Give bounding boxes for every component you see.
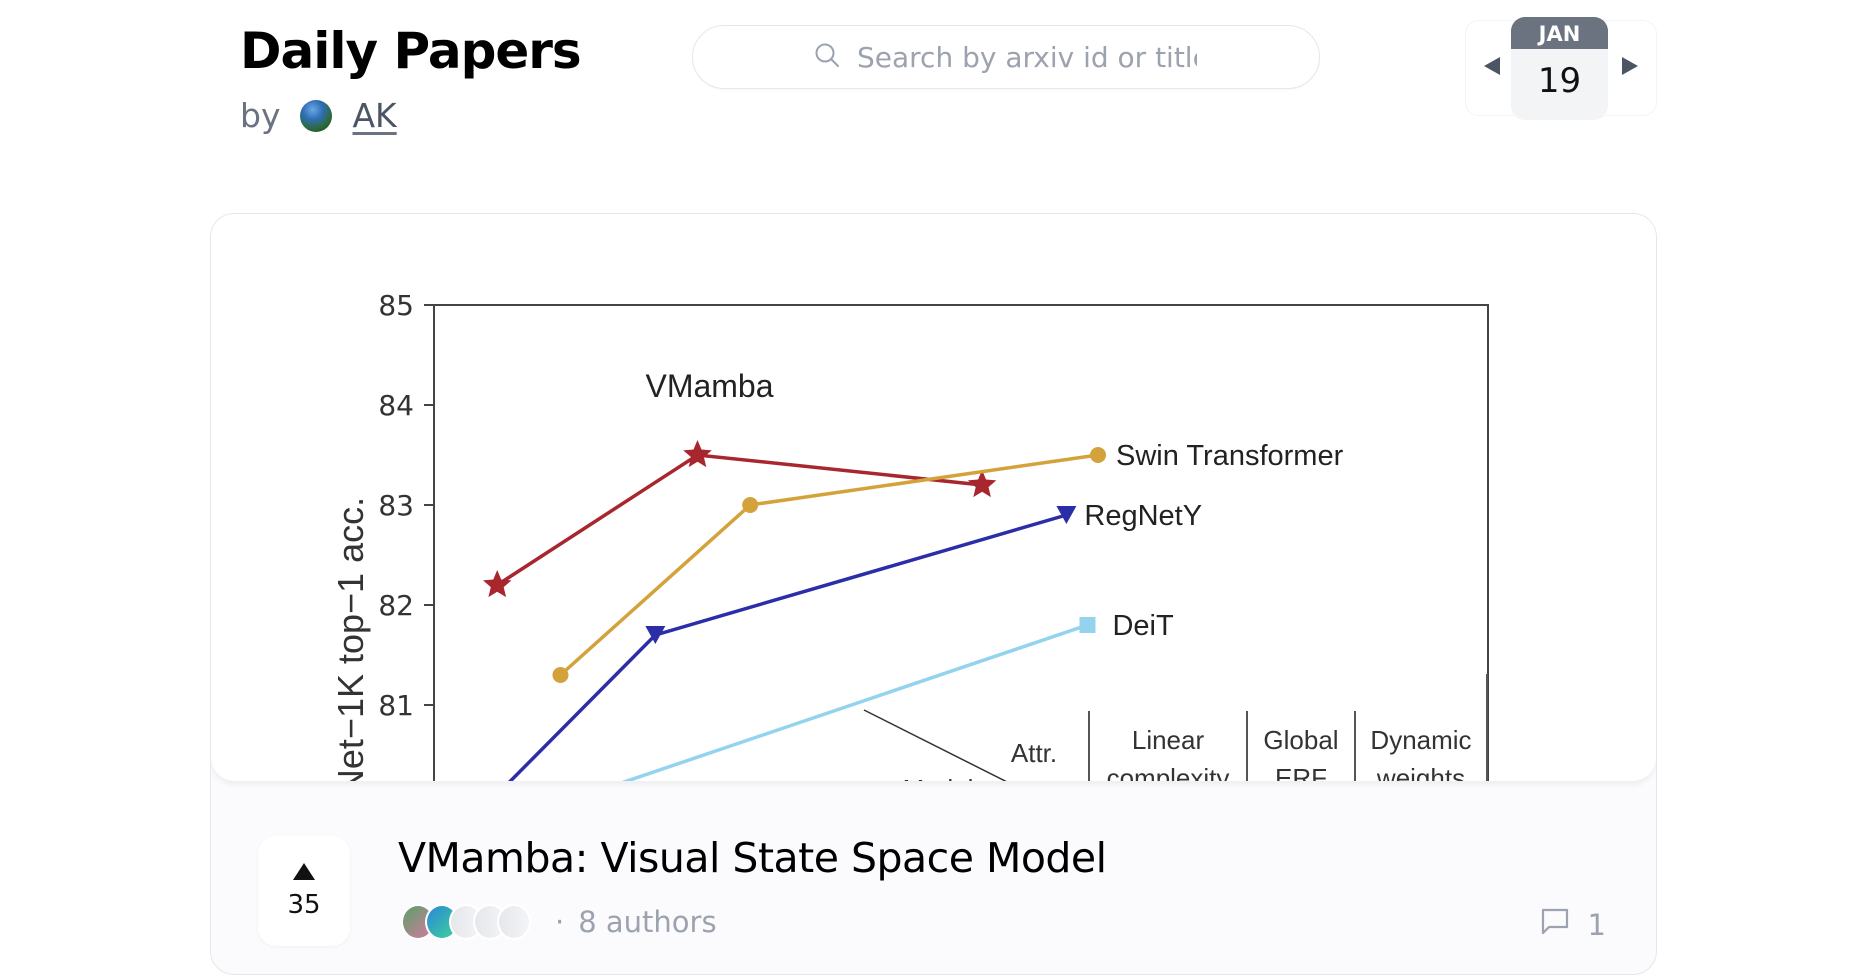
accuracy-chart: 808182838485 Net−1K top−1 acc. VMambaSwi…	[330, 289, 1489, 781]
data-point	[1056, 506, 1077, 524]
inset-col-global: Global ERF	[1263, 725, 1338, 781]
inset-col-linear: Linear complexity	[1107, 725, 1230, 781]
paper-meta: · 8 authors	[401, 904, 717, 940]
data-point	[1090, 447, 1107, 463]
series-label-regnety: RegNetY	[1084, 500, 1202, 532]
search-input[interactable]	[855, 39, 1199, 75]
authors-count[interactable]: 8 authors	[578, 905, 716, 939]
inset-model-label: Model	[903, 774, 974, 781]
data-point	[742, 497, 759, 513]
paper-thumbnail[interactable]: 808182838485 Net−1K top−1 acc. VMambaSwi…	[211, 214, 1656, 781]
inset-table: Attr. Model Linearcomplexity GlobalERF D…	[863, 674, 1488, 781]
author-link[interactable]: AK	[352, 96, 396, 135]
series-label-vmamba: VMamba	[645, 368, 773, 404]
y-tick-label: 85	[378, 289, 414, 322]
separator-dot: ·	[555, 905, 565, 939]
search-box[interactable]	[692, 25, 1320, 89]
inset-col-dynamic: Dynamic weights	[1370, 725, 1471, 781]
data-point	[483, 570, 512, 598]
page-title: Daily Papers	[240, 22, 582, 80]
series-line-vmamba	[496, 453, 983, 587]
data-point	[552, 667, 569, 683]
series-label-swin-transformer: Swin Transformer	[1116, 440, 1344, 472]
date-day: 19	[1537, 61, 1582, 101]
inset-attr-label: Attr.	[1011, 738, 1057, 768]
inset-diagonal	[863, 709, 1007, 781]
next-day-icon[interactable]	[1622, 57, 1638, 75]
series-line-swin-transformer	[559, 453, 1099, 677]
by-label: by	[240, 96, 281, 135]
data-point	[1079, 617, 1096, 633]
upvote-count: 35	[287, 889, 321, 920]
series-deit: DeiT	[621, 610, 1174, 781]
comments-link[interactable]: 1	[1540, 907, 1606, 942]
series-line-regnety	[508, 513, 1067, 781]
date-picker: JAN 19	[1465, 17, 1657, 120]
author-avatar[interactable]	[300, 99, 333, 132]
upvote-button[interactable]: 35	[258, 836, 350, 946]
series-vmamba: VMamba	[483, 368, 997, 598]
date-month: JAN	[1511, 17, 1608, 49]
y-axis-label: Net−1K top−1 acc.	[330, 497, 371, 781]
plot-frame	[433, 304, 1489, 781]
search-icon	[813, 41, 841, 73]
y-tick-label: 84	[378, 389, 414, 422]
author-avatar[interactable]	[497, 904, 531, 940]
paper-title[interactable]: VMamba: Visual State Space Model	[398, 834, 1107, 882]
upvote-arrow-icon	[293, 862, 315, 880]
series-regnety: RegNetY	[508, 500, 1202, 781]
series-swin-transformer: Swin Transformer	[552, 440, 1344, 683]
y-tick-label: 83	[378, 489, 414, 522]
y-tick-label: 82	[378, 589, 414, 622]
y-tick-label: 81	[378, 689, 414, 722]
previous-day-icon[interactable]	[1484, 57, 1500, 75]
byline: by AK	[240, 96, 397, 135]
comment-count: 1	[1587, 907, 1606, 942]
comment-icon	[1540, 907, 1570, 942]
date-calendar[interactable]: JAN 19	[1511, 17, 1608, 120]
series-label-deit: DeiT	[1112, 610, 1174, 642]
paper-card[interactable]: 808182838485 Net−1K top−1 acc. VMambaSwi…	[210, 213, 1657, 975]
